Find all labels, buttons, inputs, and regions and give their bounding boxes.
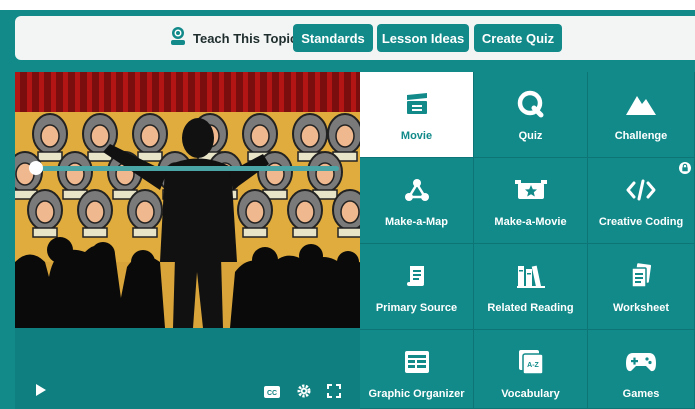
teacher-icon	[169, 26, 187, 51]
tile-make-a-map[interactable]: Make-a-Map	[360, 158, 474, 244]
seek-bar[interactable]	[35, 166, 339, 171]
fullscreen-icon[interactable]	[327, 384, 341, 403]
worksheet-icon	[628, 262, 654, 290]
svg-text:A-Z: A-Z	[527, 362, 539, 369]
choir-conductor-illustration	[15, 72, 360, 328]
movie-star-icon	[514, 176, 547, 204]
clapperboard-icon	[404, 90, 430, 118]
play-icon[interactable]	[35, 383, 47, 402]
tile-quiz[interactable]: Quiz	[474, 72, 588, 158]
code-icon	[626, 176, 656, 204]
cc-button[interactable]: CC	[264, 385, 280, 403]
lesson-ideas-button[interactable]: Lesson Ideas	[377, 24, 469, 52]
tile-label: Vocabulary	[501, 388, 560, 400]
table-icon	[404, 348, 430, 376]
tile-graphic-organizer[interactable]: Graphic Organizer	[360, 330, 474, 409]
top-stripe	[0, 0, 695, 10]
tile-label: Challenge	[614, 130, 668, 142]
scroll-icon	[404, 262, 430, 290]
tile-games[interactable]: Games	[588, 330, 695, 409]
tile-label: Related Reading	[487, 302, 574, 314]
lock-icon	[679, 161, 691, 179]
teach-this-topic[interactable]: Teach This Topic	[169, 26, 297, 51]
tile-movie[interactable]: Movie	[360, 72, 474, 158]
tile-label: Creative Coding	[598, 216, 684, 228]
tile-make-a-movie[interactable]: Make-a-Movie	[474, 158, 588, 244]
vocab-cards-icon: A-Z	[517, 348, 545, 376]
tile-creative-coding[interactable]: Creative Coding	[588, 158, 695, 244]
video-player: CC	[15, 72, 360, 409]
activity-grid: Movie Quiz Challenge Make-a-Map Make-a-M…	[360, 72, 695, 409]
quiz-icon	[517, 90, 545, 118]
tile-label: Primary Source	[375, 302, 458, 314]
video-frame[interactable]	[15, 72, 360, 328]
seek-handle[interactable]	[29, 161, 43, 175]
create-quiz-button[interactable]: Create Quiz	[474, 24, 562, 52]
teach-this-topic-label: Teach This Topic	[193, 31, 298, 46]
standards-button[interactable]: Standards	[293, 24, 373, 52]
tile-label: Worksheet	[612, 302, 670, 314]
gear-icon[interactable]	[297, 384, 311, 403]
concept-map-icon	[404, 176, 430, 204]
books-icon	[516, 262, 546, 290]
mountain-icon	[625, 90, 657, 118]
tile-label: Graphic Organizer	[368, 388, 465, 400]
tile-worksheet[interactable]: Worksheet	[588, 244, 695, 330]
gamepad-icon	[625, 348, 657, 376]
tile-label: Games	[622, 388, 660, 400]
tile-label: Make-a-Movie	[494, 216, 567, 228]
tile-primary-source[interactable]: Primary Source	[360, 244, 474, 330]
tile-challenge[interactable]: Challenge	[588, 72, 695, 158]
header-bar: Teach This Topic Standards Lesson Ideas …	[15, 16, 695, 60]
tile-label: Movie	[400, 130, 433, 142]
tile-label: Make-a-Map	[385, 216, 448, 228]
cc-label: CC	[267, 390, 277, 397]
tile-related-reading[interactable]: Related Reading	[474, 244, 588, 330]
tile-label: Quiz	[518, 130, 543, 142]
tile-vocabulary[interactable]: A-Z Vocabulary	[474, 330, 588, 409]
